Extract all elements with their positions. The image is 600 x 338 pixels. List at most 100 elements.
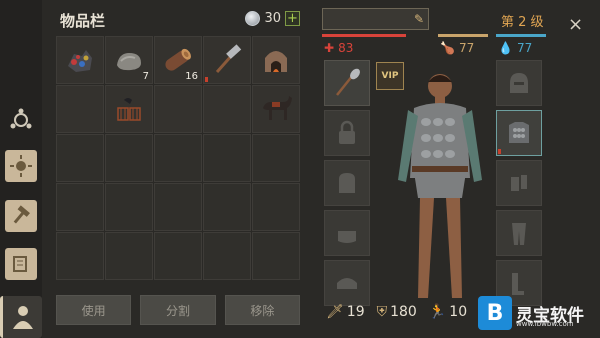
watermark: B 灵宝软件 www.lbwbw.com xyxy=(478,296,584,330)
furnace-icon xyxy=(265,51,287,72)
health-value: 83 xyxy=(338,41,354,55)
crow-icon xyxy=(117,98,141,121)
character-level: 第 2 级 xyxy=(501,15,544,30)
hunger-icon: 🍗 xyxy=(440,41,455,55)
remove-button[interactable]: 移除 xyxy=(224,295,300,325)
equip-slot-saddle[interactable] xyxy=(324,260,370,306)
inventory-slot[interactable] xyxy=(56,134,104,182)
stone-icon xyxy=(117,53,141,71)
shovel-icon xyxy=(336,68,360,96)
attack-value: 19 xyxy=(346,304,365,320)
inventory-actions: 使用 分割 移除 xyxy=(56,295,300,325)
inventory-grid: 7 16 xyxy=(56,36,300,280)
sword-icon: 🗡 xyxy=(326,304,344,320)
equip-slot-legs[interactable] xyxy=(496,210,542,256)
equip-slot-weapon[interactable] xyxy=(324,60,370,106)
inventory-slot[interactable] xyxy=(252,183,300,231)
close-button[interactable]: × xyxy=(568,14,583,35)
nav-craft-icon[interactable] xyxy=(5,200,37,232)
helmet-icon xyxy=(510,73,528,93)
inventory-slot[interactable] xyxy=(252,232,300,280)
speed-value: 10 xyxy=(449,304,468,320)
inventory-slot[interactable] xyxy=(203,36,251,84)
left-nav xyxy=(0,0,42,338)
gloves-icon xyxy=(511,175,527,191)
item-quantity: 16 xyxy=(185,71,198,82)
inventory-slot[interactable] xyxy=(252,85,300,133)
inventory-slot[interactable] xyxy=(154,134,202,182)
inventory-slot[interactable] xyxy=(105,183,153,231)
inventory-title: 物品栏 xyxy=(60,12,106,30)
equip-slot-head[interactable] xyxy=(496,60,542,106)
equip-slot-bag[interactable] xyxy=(324,160,370,206)
pants-icon xyxy=(512,223,526,245)
nav-skills-icon[interactable] xyxy=(5,150,37,182)
ore-cluster-icon xyxy=(68,50,92,72)
health-icon: ✚ xyxy=(324,41,335,55)
inventory-slot[interactable] xyxy=(203,232,251,280)
shield-icon: ⛨ xyxy=(376,304,388,320)
pouch-icon xyxy=(338,231,356,243)
inventory-slot[interactable]: 16 xyxy=(154,36,202,84)
inventory-slot[interactable] xyxy=(203,85,251,133)
inventory-slot[interactable] xyxy=(154,232,202,280)
speed-stat: 🏃 10 xyxy=(429,304,467,320)
currency: 30 + xyxy=(245,11,300,26)
inventory-slot[interactable] xyxy=(56,36,104,84)
edit-name-icon[interactable]: ✎ xyxy=(414,12,424,26)
inventory-slot[interactable] xyxy=(105,134,153,182)
nav-map-icon[interactable] xyxy=(5,104,37,136)
inventory-slot[interactable] xyxy=(252,36,300,84)
inventory-slot[interactable] xyxy=(56,183,104,231)
equip-slot-locked[interactable] xyxy=(324,110,370,156)
hammer-icon xyxy=(215,44,242,73)
inventory-slot[interactable]: 7 xyxy=(105,36,153,84)
character-model xyxy=(398,74,482,298)
inventory-slot[interactable] xyxy=(203,183,251,231)
inventory-slot[interactable] xyxy=(154,183,202,231)
backpack-icon xyxy=(339,173,355,193)
inventory-panel: 物品栏 30 + 7 16 使用 分割 移除 xyxy=(50,4,310,334)
defense-value: 180 xyxy=(390,304,417,320)
equip-slot-chest[interactable] xyxy=(496,110,542,156)
add-currency-button[interactable]: + xyxy=(285,11,300,26)
combat-stats: 🗡 19 ⛨ 180 🏃 10 12 xyxy=(326,304,497,320)
character-name-field[interactable]: ✎ xyxy=(322,8,429,30)
inventory-slot[interactable] xyxy=(56,232,104,280)
item-quantity: 7 xyxy=(142,71,149,82)
defense-stat: ⛨ 180 xyxy=(377,304,417,320)
watermark-logo: B xyxy=(478,296,512,330)
nav-scroll-icon[interactable] xyxy=(5,248,37,280)
hunger-bar xyxy=(438,34,488,37)
durability-indicator xyxy=(205,77,208,82)
inventory-slot[interactable] xyxy=(56,85,104,133)
nav-character-icon[interactable] xyxy=(0,296,42,338)
hunger-value: 77 xyxy=(458,41,475,55)
thirst-bar xyxy=(496,34,546,37)
inventory-slot[interactable] xyxy=(203,134,251,182)
thirst-icon: 💧 xyxy=(498,41,513,55)
run-icon: 🏃 xyxy=(428,304,447,320)
gem-icon xyxy=(245,11,261,26)
inventory-slot[interactable] xyxy=(252,134,300,182)
equip-slot-bag-2[interactable] xyxy=(324,210,370,256)
equip-slot-hands[interactable] xyxy=(496,160,542,206)
inventory-slot[interactable] xyxy=(105,85,153,133)
use-button[interactable]: 使用 xyxy=(56,295,132,325)
armor-icon xyxy=(509,122,529,143)
health-bar xyxy=(322,34,406,37)
durability-indicator xyxy=(498,149,501,154)
split-button[interactable]: 分割 xyxy=(140,295,216,325)
lock-icon xyxy=(339,120,355,144)
watermark-url: www.lbwbw.com xyxy=(516,320,574,328)
horse-icon xyxy=(263,96,292,120)
character-panel: ✎ 第 2 级 ✚ 83 🍗 77 💧 77 VIP 🗡 19 ⛨ 180 🏃 … xyxy=(320,4,600,338)
inventory-slot[interactable] xyxy=(154,85,202,133)
inventory-slot[interactable] xyxy=(105,232,153,280)
hunger-stat: 🍗 77 xyxy=(440,41,474,55)
saddle-icon xyxy=(337,278,357,289)
thirst-value: 77 xyxy=(516,41,533,55)
thirst-stat: 💧 77 xyxy=(498,41,532,55)
currency-value: 30 xyxy=(264,11,281,26)
boots-icon xyxy=(512,273,524,295)
